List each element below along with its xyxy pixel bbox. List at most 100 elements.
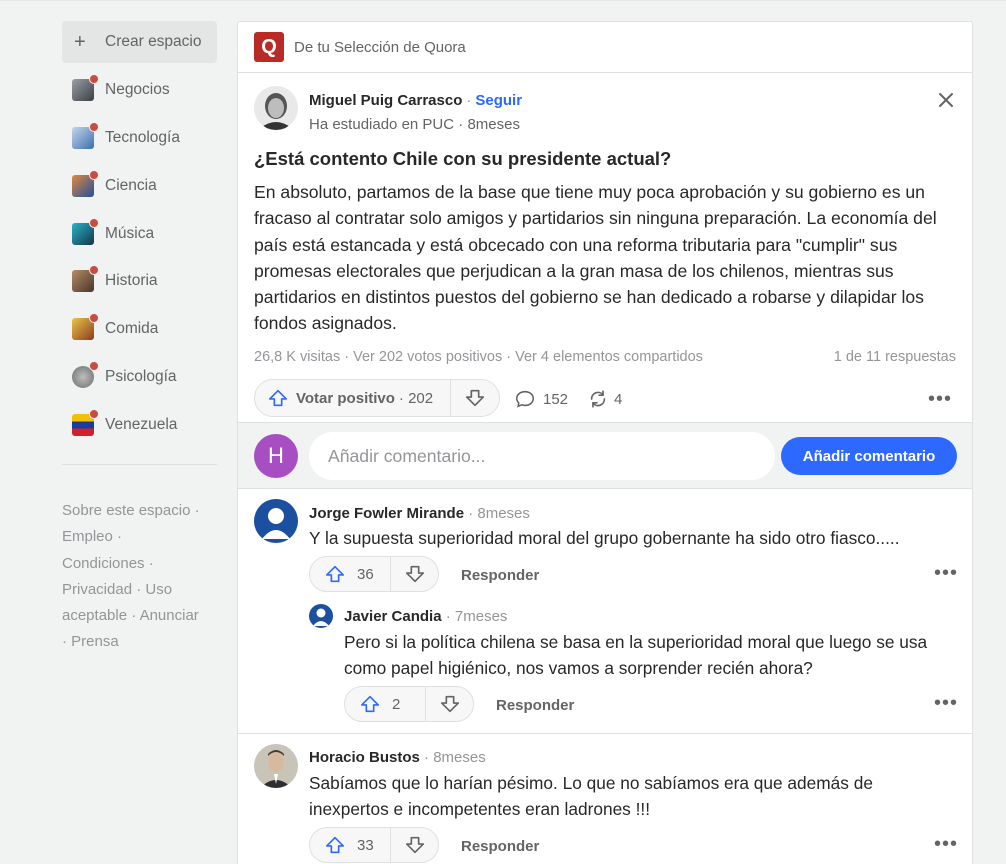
- reply-button[interactable]: Responder: [461, 567, 539, 584]
- comment-avatar[interactable]: [254, 499, 298, 543]
- comment-more-icon[interactable]: •••: [934, 563, 958, 583]
- sidebar-item-musica[interactable]: Música: [62, 218, 217, 249]
- unread-dot: [89, 170, 99, 180]
- follow-button[interactable]: Seguir: [475, 92, 522, 109]
- upvote-arrow-icon: [360, 695, 380, 713]
- comment-author-line: Javier Candia · 7meses: [344, 608, 507, 625]
- sidebar-item-negocios[interactable]: Negocios: [62, 74, 217, 105]
- author-line: Miguel Puig Carrasco · Seguir: [309, 92, 522, 109]
- feed-source-label: De tu Selección de Quora: [294, 38, 466, 56]
- psicologia-thumb-icon: [72, 361, 99, 388]
- footer-link-about[interactable]: Sobre este espacio: [62, 502, 190, 519]
- comments-button[interactable]: 152: [514, 388, 568, 410]
- quora-logo-icon: Q: [254, 32, 284, 62]
- top-border: [0, 0, 1006, 1]
- comment-vote-control: 33: [309, 827, 439, 863]
- footer-link-jobs[interactable]: Empleo: [62, 528, 113, 545]
- sidebar-item-venezuela[interactable]: Venezuela: [62, 409, 217, 440]
- unread-dot: [89, 265, 99, 275]
- sidebar-item-psicologia[interactable]: Psicología: [62, 361, 217, 392]
- venezuela-flag-icon: [72, 409, 99, 436]
- footer-separator: ·: [62, 633, 67, 651]
- footer-separator: ·: [148, 554, 154, 572]
- comment-count: 152: [543, 390, 569, 408]
- footer-separator: ·: [194, 502, 200, 519]
- unread-dot: [89, 74, 99, 84]
- comment-text: Sabíamos que lo harían pésimo. Lo que no…: [309, 773, 873, 820]
- upvote-arrow-icon: [325, 836, 345, 854]
- comment-input[interactable]: [309, 432, 775, 480]
- comment-author[interactable]: Jorge Fowler Mirande: [309, 505, 464, 522]
- footer-link-advertise[interactable]: Anunciar: [140, 607, 199, 624]
- comment-time: · 7meses: [445, 608, 508, 625]
- footer-separator: ·: [131, 607, 137, 625]
- create-space-button[interactable]: + Crear espacio: [62, 21, 217, 63]
- separator: ·: [458, 116, 464, 133]
- comment-vote-control: 36: [309, 556, 439, 592]
- comment-more-icon[interactable]: •••: [934, 693, 958, 713]
- comment-downvote-button[interactable]: [425, 687, 473, 721]
- comment-upvote-button[interactable]: 36: [310, 557, 390, 591]
- comment-vote-count: 2: [392, 695, 401, 713]
- response-index: 1 de 11 respuestas: [833, 349, 956, 365]
- share-button[interactable]: 4: [587, 388, 622, 410]
- sidebar-footer-links: Sobre este espacio · Empleo · Condicione…: [62, 498, 217, 656]
- sidebar-item-comida[interactable]: Comida: [62, 313, 217, 344]
- post-time: 8meses: [467, 116, 520, 133]
- upvote-label: Votar positivo: [296, 389, 395, 407]
- comment-bubble-icon: [515, 390, 535, 408]
- sidebar-item-label: Música: [105, 225, 155, 242]
- answer-stats[interactable]: 26,8 K visitas · Ver 202 votos positivos…: [254, 349, 703, 365]
- unread-dot: [89, 409, 99, 419]
- downvote-button[interactable]: [450, 380, 499, 416]
- sidebar-item-historia[interactable]: Historia: [62, 265, 217, 296]
- ciencia-thumb-icon: [72, 170, 99, 197]
- user-avatar[interactable]: H: [254, 434, 298, 478]
- plus-icon: +: [74, 31, 86, 53]
- comment-upvote-button[interactable]: 2: [345, 687, 425, 721]
- author-avatar[interactable]: [254, 86, 298, 130]
- footer-link-privacy[interactable]: Privacidad: [62, 581, 132, 598]
- reshare-icon: [590, 390, 606, 408]
- comment-author-line: Jorge Fowler Mirande · 8meses: [309, 505, 530, 522]
- footer-link-press[interactable]: Prensa: [71, 633, 119, 650]
- comment-author[interactable]: Horacio Bustos: [309, 749, 420, 766]
- sidebar-item-label: Venezuela: [105, 416, 178, 433]
- comida-thumb-icon: [72, 313, 99, 340]
- share-count: 4: [614, 390, 623, 408]
- unread-dot: [89, 218, 99, 228]
- footer-link-terms[interactable]: Condiciones: [62, 555, 145, 572]
- downvote-arrow-icon: [405, 565, 424, 583]
- comment-downvote-button[interactable]: [390, 828, 438, 862]
- comment-upvote-button[interactable]: 33: [310, 828, 390, 862]
- reply-button[interactable]: Responder: [496, 697, 574, 714]
- feed-source-header: Q De tu Selección de Quora: [238, 22, 972, 73]
- author-name[interactable]: Miguel Puig Carrasco: [309, 92, 462, 109]
- answer-card: Q De tu Selección de Quora Miguel Puig C…: [237, 21, 973, 864]
- unread-dot: [89, 313, 99, 323]
- close-icon[interactable]: [934, 88, 958, 112]
- comment-author[interactable]: Javier Candia: [344, 608, 442, 625]
- negocios-thumb-icon: [72, 74, 99, 101]
- comment-downvote-button[interactable]: [390, 557, 438, 591]
- sidebar-item-ciencia[interactable]: Ciencia: [62, 170, 217, 201]
- comment-time: · 8meses: [468, 505, 530, 522]
- tecnologia-thumb-icon: [72, 122, 99, 149]
- downvote-arrow-icon: [465, 389, 485, 407]
- comment-vote-control: 2: [344, 686, 474, 722]
- upvote-arrow-icon: [325, 565, 345, 583]
- sidebar-item-label: Comida: [105, 320, 159, 337]
- comment-more-icon[interactable]: •••: [934, 834, 958, 854]
- sidebar-item-tecnologia[interactable]: Tecnología: [62, 122, 217, 153]
- question-title[interactable]: ¿Está contento Chile con su presidente a…: [254, 148, 671, 170]
- add-comment-button[interactable]: Añadir comentario: [781, 437, 957, 475]
- footer-separator: ·: [117, 528, 123, 546]
- downvote-arrow-icon: [405, 836, 424, 854]
- reply-button[interactable]: Responder: [461, 838, 539, 855]
- comment-author-line: Horacio Bustos · 8meses: [309, 749, 486, 766]
- upvote-button[interactable]: Votar positivo · 202: [255, 380, 450, 416]
- comment-avatar[interactable]: [254, 744, 298, 788]
- author-credential: Ha estudiado en PUC: [309, 116, 455, 133]
- comment-avatar[interactable]: [309, 604, 333, 628]
- more-options-icon[interactable]: •••: [928, 389, 952, 409]
